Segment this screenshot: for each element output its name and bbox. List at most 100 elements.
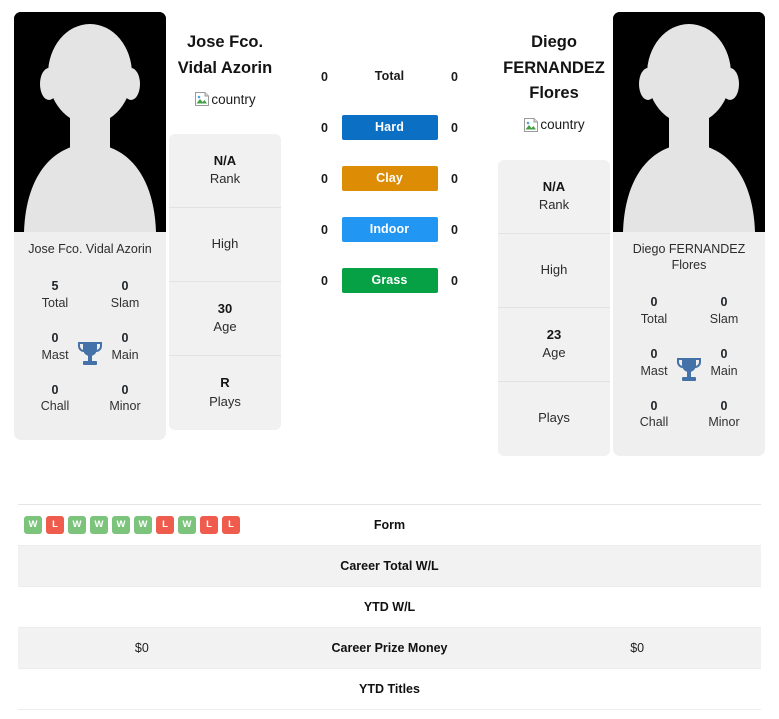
right-info-plays-label: Plays xyxy=(538,410,570,426)
surface-row-grass: 0 Grass 0 xyxy=(284,268,495,293)
trophy-icon xyxy=(677,357,701,381)
form-badge-w[interactable]: W xyxy=(90,516,108,534)
broken-image-icon xyxy=(524,117,539,132)
surface-comparison-column: 0 Total 0 0 Hard 0 0 Clay 0 0 Indoor 0 0 xyxy=(284,12,495,293)
surface-grass-left-value: 0 xyxy=(321,273,328,288)
stat-minor-value: 0 xyxy=(720,398,728,413)
right-info-high-label: High xyxy=(540,261,568,277)
stat-minor: 0 Minor xyxy=(90,373,160,425)
surface-row-indoor: 0 Indoor 0 xyxy=(284,217,495,242)
stat-minor-value: 0 xyxy=(121,382,129,397)
surface-total-right-value: 0 xyxy=(451,69,458,84)
left-info-rank: N/A Rank xyxy=(169,134,281,209)
left-player-name-line-1: Jose Fco. xyxy=(186,33,264,51)
right-info-rank-label: Rank xyxy=(538,196,570,212)
surface-grass-badge[interactable]: Grass xyxy=(341,268,438,293)
left-player-photo xyxy=(14,12,166,232)
form-badge-w[interactable]: W xyxy=(178,516,196,534)
form-badge-l[interactable]: L xyxy=(222,516,240,534)
form-badge-w[interactable]: W xyxy=(68,516,86,534)
right-country-flag: country xyxy=(523,117,585,133)
stat-slam: 0 Slam xyxy=(90,269,160,321)
surface-total-left-value: 0 xyxy=(321,69,328,84)
left-info-plays-label: Plays xyxy=(209,393,241,409)
form-badge-l[interactable]: L xyxy=(46,516,64,534)
surface-row-hard: 0 Hard 0 xyxy=(284,115,495,140)
table-row-career-total-wl: Career Total W/L xyxy=(18,546,761,587)
left-info-age-label: Age xyxy=(213,319,237,335)
right-player-name-line-2: FERNANDEZ xyxy=(503,58,605,77)
right-player-name-column: Diego FERNANDEZ Flores country N/A Rank xyxy=(495,12,613,456)
left-info-high-label: High xyxy=(211,236,239,252)
surface-row-total: 0 Total 0 xyxy=(284,64,495,89)
left-titles-grid: 5 Total 0 Slam 0 Mast 0 Main 0 Chall 0 M… xyxy=(14,267,166,440)
surface-hard-left-value: 0 xyxy=(321,120,328,135)
right-player-caption-line-1: Diego FERNANDEZ xyxy=(632,242,746,256)
form-badge-l[interactable]: L xyxy=(200,516,218,534)
stat-slam-value: 0 xyxy=(720,295,728,309)
right-titles-grid: 0 Total 0 Slam 0 Mast 0 Main 0 Chall 0 M… xyxy=(613,283,765,456)
stat-slam-value: 0 xyxy=(121,279,129,293)
surface-indoor-right-value: 0 xyxy=(451,222,458,237)
career-prize-money-left: $0 xyxy=(134,641,149,655)
stat-slam: 0 Slam xyxy=(689,285,759,337)
stat-total: 0 Total xyxy=(619,285,689,337)
surface-clay-right-value: 0 xyxy=(451,171,458,186)
trophy-icon xyxy=(78,341,102,365)
left-player-name-line-2: Vidal Azorin xyxy=(177,58,273,77)
career-prize-money-right: $0 xyxy=(630,641,645,655)
form-left-cell: WLWWWWLWLL xyxy=(18,516,266,534)
surface-clay-badge[interactable]: Clay xyxy=(341,166,438,191)
right-info-plays: Plays xyxy=(498,382,610,456)
surface-clay-left-value: 0 xyxy=(321,171,328,186)
surface-total-label: Total xyxy=(374,69,405,83)
stat-chall-value: 0 xyxy=(51,382,59,397)
right-player-card[interactable]: Diego FERNANDEZ Flores 0 Total 0 Slam 0 … xyxy=(613,12,765,457)
left-player-card[interactable]: Jose Fco. Vidal Azorin 5 Total 0 Slam 0 … xyxy=(14,12,166,441)
right-player-caption: Diego FERNANDEZ Flores xyxy=(613,232,765,283)
surface-indoor-badge[interactable]: Indoor xyxy=(341,217,438,242)
row-label-career-total-wl: Career Total W/L xyxy=(340,559,439,573)
form-badge-w[interactable]: W xyxy=(112,516,130,534)
right-info-card: N/A Rank High 23 Age Plays xyxy=(498,159,610,456)
stat-minor: 0 Minor xyxy=(689,389,759,441)
avatar-silhouette-icon xyxy=(14,12,166,232)
left-info-rank-label: Rank xyxy=(209,171,241,187)
table-row-career-prize-money: $0 Career Prize Money $0 xyxy=(18,628,761,669)
table-row-form: WLWWWWLWLL Form xyxy=(18,505,761,546)
left-info-high: High xyxy=(169,208,281,283)
stat-total-value: 0 xyxy=(650,295,658,309)
right-player-name-line-3: Flores xyxy=(529,84,579,103)
comparison-stat-table: WLWWWWLWLL Form Career Total W/L YTD W/L… xyxy=(18,504,761,719)
table-row-ytd-titles: YTD Titles xyxy=(18,669,761,710)
left-player-name-column: Jose Fco. Vidal Azorin country N/A Rank xyxy=(166,12,284,431)
surface-row-clay: 0 Clay 0 xyxy=(284,166,495,191)
table-row-ytd-wl: YTD W/L xyxy=(18,587,761,628)
right-info-age-label: Age xyxy=(542,344,566,360)
comparison-header: Jose Fco. Vidal Azorin 5 Total 0 Slam 0 … xyxy=(0,0,779,457)
right-player-caption-line-2: Flores xyxy=(671,258,707,272)
player-comparison-page: Jose Fco. Vidal Azorin 5 Total 0 Slam 0 … xyxy=(0,0,779,719)
form-badge-w[interactable]: W xyxy=(134,516,152,534)
stat-chall: 0 Chall xyxy=(20,373,90,425)
row-label-form: Form xyxy=(373,518,406,532)
right-info-rank-value: N/A xyxy=(542,178,566,194)
form-badge-w[interactable]: W xyxy=(24,516,42,534)
left-info-card: N/A Rank High 30 Age R Plays xyxy=(169,134,281,431)
right-info-high: High xyxy=(498,234,610,308)
row-label-ytd-wl: YTD W/L xyxy=(363,600,416,614)
avatar-silhouette-icon xyxy=(613,12,765,232)
left-country-flag: country xyxy=(194,91,256,107)
stat-chall-label: Chall xyxy=(639,415,669,430)
surface-hard-right-value: 0 xyxy=(451,120,458,135)
left-info-plays-value: R xyxy=(220,375,230,391)
surface-hard-badge[interactable]: Hard xyxy=(341,115,438,140)
stat-chall: 0 Chall xyxy=(619,389,689,441)
form-badge-l[interactable]: L xyxy=(156,516,174,534)
right-info-age-value: 23 xyxy=(546,326,562,342)
stat-total: 5 Total xyxy=(20,269,90,321)
stat-total-label: Total xyxy=(41,295,69,310)
right-info-rank: N/A Rank xyxy=(498,160,610,234)
stat-chall-label: Chall xyxy=(40,399,70,414)
right-country-alt-text: country xyxy=(540,117,585,133)
